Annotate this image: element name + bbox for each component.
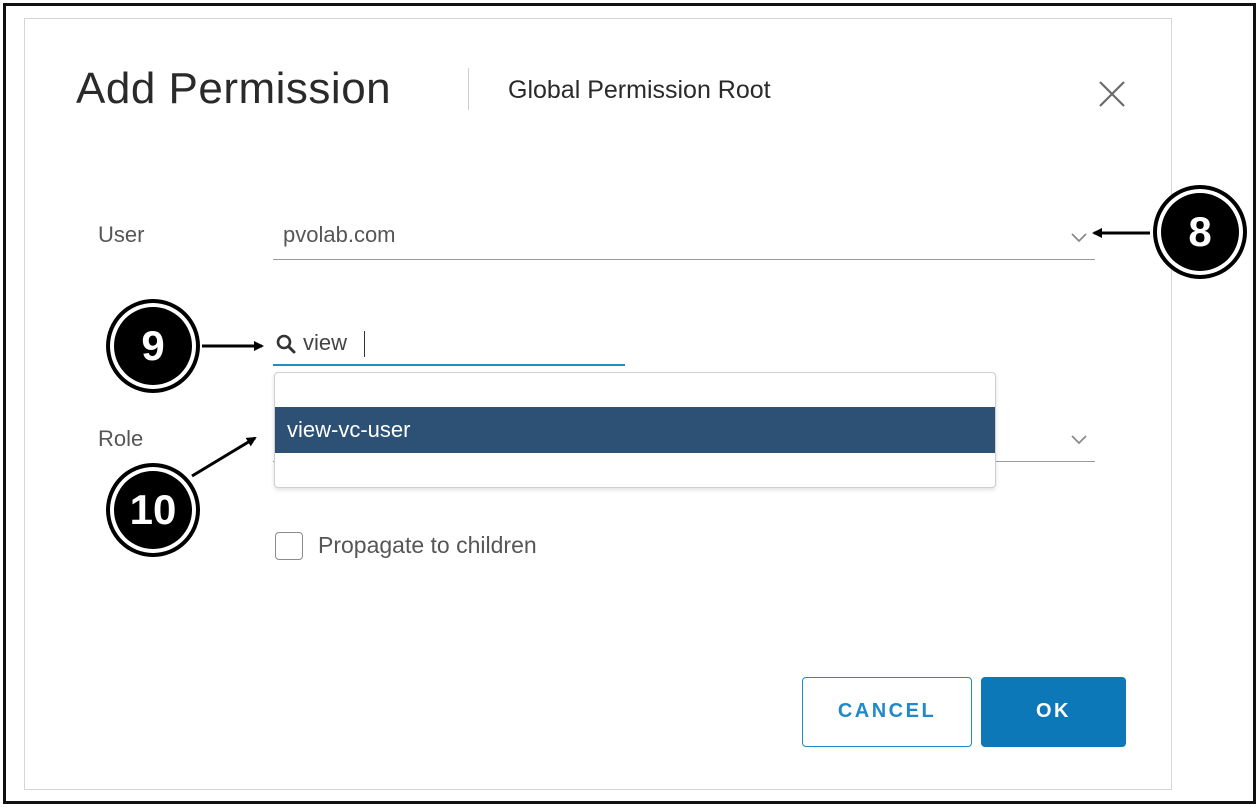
ok-button[interactable]: OK	[981, 677, 1126, 747]
chevron-down-icon[interactable]	[1069, 230, 1089, 244]
result-item-view-vc-user[interactable]: view-vc-user	[275, 407, 995, 453]
user-search-field[interactable]	[273, 324, 625, 366]
role-label: Role	[98, 426, 144, 451]
search-icon	[275, 333, 297, 355]
user-search-input[interactable]	[303, 326, 603, 360]
user-label: User	[98, 222, 145, 247]
dialog-subtitle: Global Permission Root	[508, 76, 771, 104]
cancel-button[interactable]: CANCEL	[802, 677, 972, 747]
dialog-title: Add Permission	[76, 64, 392, 113]
user-domain-select[interactable]: pvolab.com	[273, 214, 1095, 260]
user-domain-value: pvolab.com	[283, 222, 396, 247]
propagate-label: Propagate to children	[318, 532, 537, 558]
close-icon[interactable]	[1094, 76, 1130, 112]
user-search-results: view-vc-user	[274, 372, 996, 488]
callout-8: 8	[1161, 193, 1239, 271]
propagate-checkbox[interactable]	[275, 532, 303, 560]
callout-9: 9	[114, 307, 192, 385]
chevron-down-icon[interactable]	[1069, 432, 1089, 446]
text-caret	[364, 331, 365, 357]
title-divider	[468, 68, 469, 110]
callout-10: 10	[114, 471, 192, 549]
